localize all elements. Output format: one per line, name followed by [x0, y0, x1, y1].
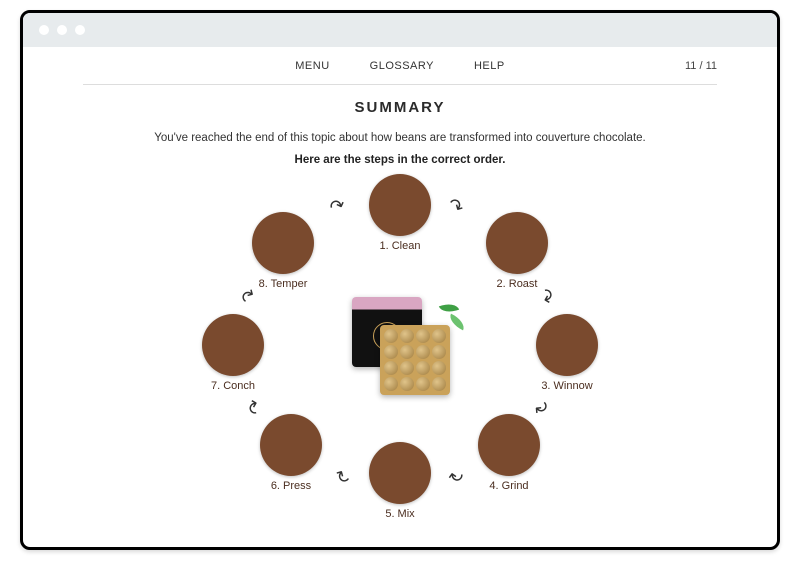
step-conch: 7. Conch — [196, 314, 270, 392]
page-title: SUMMARY — [63, 99, 737, 116]
nav-menu[interactable]: MENU — [295, 60, 329, 72]
step-press: 6. Press — [254, 414, 328, 492]
step-mix: 5. Mix — [363, 442, 437, 520]
titlebar — [23, 13, 777, 47]
product-box-gold — [380, 325, 450, 395]
step-roast-image — [486, 212, 548, 274]
intro-text: You've reached the end of this topic abo… — [63, 132, 737, 144]
step-conch-image — [202, 314, 264, 376]
step-label: 3. Winnow — [530, 380, 604, 392]
step-clean-image — [369, 174, 431, 236]
nav-help[interactable]: HELP — [474, 60, 505, 72]
step-label: 7. Conch — [196, 380, 270, 392]
arrow-icon: ↷ — [332, 462, 356, 488]
nav-links: MENU GLOSSARY HELP — [295, 60, 504, 72]
arrow-icon: ↷ — [444, 194, 468, 220]
step-clean: 1. Clean — [363, 174, 437, 252]
step-label: 6. Press — [254, 480, 328, 492]
page-counter: 11 / 11 — [685, 60, 717, 72]
top-nav: MENU GLOSSARY HELP 11 / 11 — [83, 47, 717, 85]
window-dot-1 — [39, 25, 49, 35]
step-mix-image — [369, 442, 431, 504]
subheading: Here are the steps in the correct order. — [63, 154, 737, 166]
step-temper-image — [252, 212, 314, 274]
step-label: 4. Grind — [472, 480, 546, 492]
step-temper: 8. Temper — [246, 212, 320, 290]
arrow-icon: ↷ — [446, 463, 465, 486]
window-dot-3 — [75, 25, 85, 35]
step-label: 8. Temper — [246, 278, 320, 290]
browser-frame: MENU GLOSSARY HELP 11 / 11 SUMMARY You'v… — [20, 10, 780, 550]
process-diagram: 1. Clean 2. Roast 3. Winnow 4. Grind 5. … — [170, 174, 630, 514]
center-product-image — [340, 289, 460, 399]
arrow-icon: ↷ — [327, 194, 348, 219]
leaf-icon — [439, 300, 459, 316]
step-winnow-image — [536, 314, 598, 376]
nav-glossary[interactable]: GLOSSARY — [370, 60, 434, 72]
step-winnow: 3. Winnow — [530, 314, 604, 392]
page-content: SUMMARY You've reached the end of this t… — [23, 85, 777, 524]
window-dot-2 — [57, 25, 67, 35]
step-grind-image — [478, 414, 540, 476]
step-roast: 2. Roast — [480, 212, 554, 290]
step-grind: 4. Grind — [472, 414, 546, 492]
step-press-image — [260, 414, 322, 476]
step-label: 5. Mix — [363, 508, 437, 520]
step-label: 1. Clean — [363, 240, 437, 252]
